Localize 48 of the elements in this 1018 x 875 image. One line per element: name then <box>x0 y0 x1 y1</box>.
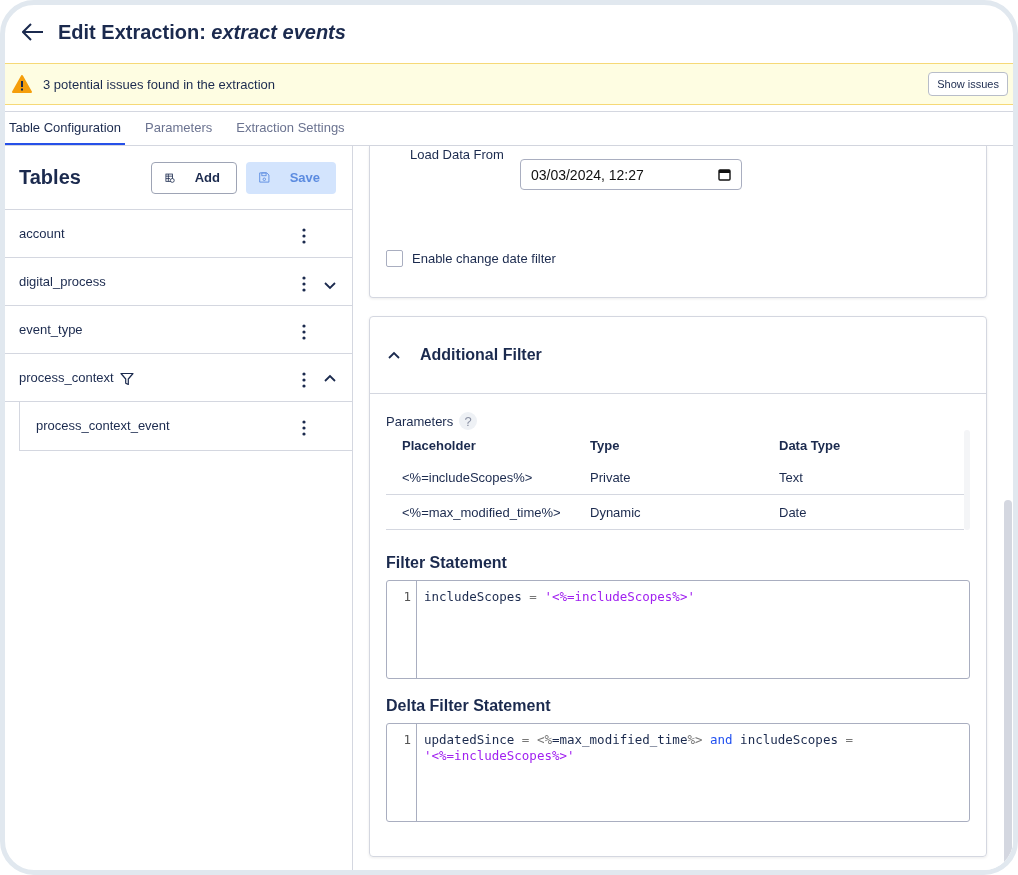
table-cell-text: Dynamic <box>590 504 642 520</box>
checkbox[interactable] <box>386 250 403 267</box>
more-options-icon[interactable] <box>302 276 306 292</box>
filter-statement-editor[interactable]: 1 includeScopes = '<%=includeScopes%>' <box>386 580 970 679</box>
chevron-icon[interactable] <box>388 351 400 359</box>
calendar-icon <box>717 168 731 181</box>
warning-icon <box>12 75 32 93</box>
code-line: updatedSince = <%=max_modified_time%> and includeScopes = '<%=includeScopes%>' <box>424 732 854 764</box>
section-title: Additional Filter <box>420 346 542 364</box>
column-header: Type <box>590 437 621 453</box>
chevron-icon[interactable] <box>324 282 336 290</box>
delta-filter-statement-editor[interactable]: 1 updatedSince = <%=max_modified_time%> and includeScopes = '<%=includeScopes%>' <box>386 723 970 822</box>
tab[interactable]: Table Configuration <box>5 112 126 145</box>
table-name[interactable]: digital_process <box>19 274 106 289</box>
line-number: 1 <box>403 732 411 748</box>
statement-title: Delta Filter Statement <box>386 697 552 715</box>
table-name[interactable]: event_type <box>19 322 83 337</box>
more-options-icon[interactable] <box>302 372 306 388</box>
table-name[interactable]: account <box>19 226 65 241</box>
tables-heading: Tables <box>19 166 82 189</box>
add-button[interactable]: Add <box>151 161 237 194</box>
child-table-row[interactable]: process_context_event <box>19 402 352 451</box>
table-cell-text: Private <box>590 469 632 485</box>
table-name[interactable]: process_context <box>19 370 114 385</box>
issues-message: 3 potential issues found in the extraction <box>43 76 276 92</box>
more-options-icon[interactable] <box>302 228 306 244</box>
tab[interactable]: Parameters <box>141 112 217 145</box>
table-cell: Text <box>779 469 803 485</box>
page-title: Edit Extraction: extract events <box>58 20 346 44</box>
table-cell-text: <%=includeScopes%> <box>402 469 534 485</box>
chevron-icon[interactable] <box>324 374 336 382</box>
table-name[interactable]: process_context_event <box>36 418 170 433</box>
table-cell-text: <%=max_modified_time%> <box>402 504 562 520</box>
code-line: includeScopes = '<%=includeScopes%>' <box>424 589 696 605</box>
date-time-field[interactable]: 03/03/2024, 12:27 <box>519 159 742 190</box>
parameters-label: Parameters <box>386 413 454 429</box>
statement-title: Filter Statement <box>386 554 508 572</box>
checkbox-label: Enable change date filter <box>412 251 556 266</box>
table-cell: Date <box>779 504 807 520</box>
line-number: 1 <box>403 589 411 605</box>
column-header: Data Type <box>779 437 841 453</box>
load-data-from-label: Load Data From <box>410 146 504 164</box>
back-arrow-icon[interactable] <box>22 23 44 41</box>
more-options-icon[interactable] <box>302 324 306 340</box>
show-issues-button[interactable]: Show issues <box>928 72 1008 96</box>
more-options-icon[interactable] <box>302 420 306 436</box>
column-header: Placeholder <box>402 437 477 453</box>
tab[interactable]: Extraction Settings <box>232 112 349 145</box>
